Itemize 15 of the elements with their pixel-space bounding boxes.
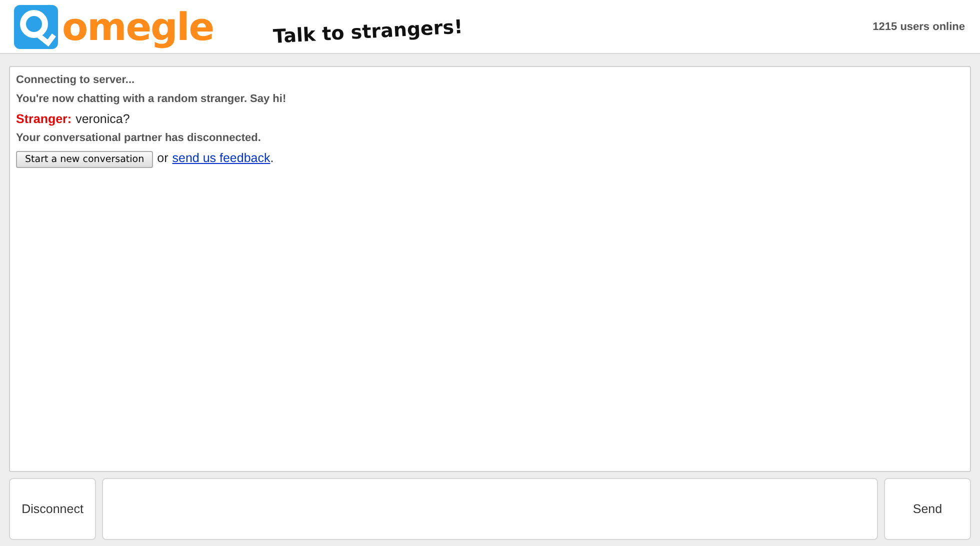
users-online-count: 1215 users online xyxy=(872,20,965,32)
tagline: Talk to strangers! xyxy=(273,16,464,48)
logo-icon xyxy=(14,4,58,48)
feedback-link[interactable]: send us feedback xyxy=(172,151,270,165)
send-button[interactable]: Send xyxy=(884,478,971,540)
new-conversation-button[interactable]: Start a new conversation xyxy=(16,151,154,168)
message-input[interactable] xyxy=(102,478,878,540)
or-text: or xyxy=(157,150,168,166)
period-text: . xyxy=(270,150,274,166)
chat-message: veronica? xyxy=(76,111,130,127)
status-message: Your conversational partner has disconnected. xyxy=(16,131,262,146)
disconnect-button[interactable]: Disconnect xyxy=(9,478,96,540)
sender-label: Stranger: xyxy=(16,111,72,127)
status-message: Connecting to server... xyxy=(16,73,136,88)
status-message: You're now chatting with a random stranger. Say hi! xyxy=(16,92,288,107)
